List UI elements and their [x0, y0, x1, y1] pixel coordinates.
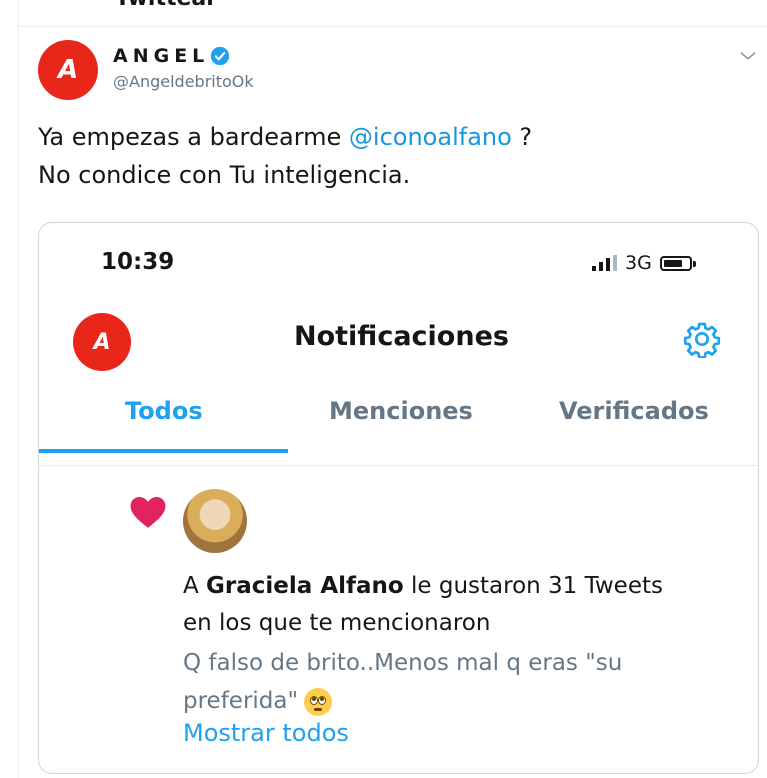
gear-icon: [683, 322, 721, 358]
tab-menciones: Menciones: [329, 397, 473, 425]
top-header: Twittear: [19, 0, 767, 27]
battery-icon: [659, 255, 696, 271]
notification-prefix: A: [183, 573, 207, 599]
tweet-line-1: Ya empezas a bardearme @iconoalfano ?: [38, 118, 532, 156]
tab-verificados: Verificados: [559, 397, 709, 425]
tabs-divider: [39, 465, 758, 466]
flushed-face-emoji: [304, 687, 333, 716]
preview-line-1: Q falso de brito..Menos mal q eras "su: [183, 650, 623, 676]
tweet-page: Twittear A ANGEL @AngeldebritoOk Ya empe…: [0, 0, 767, 778]
avatar-letter: A: [93, 329, 111, 355]
avatar-letter: A: [57, 55, 79, 85]
verified-badge-icon: [211, 46, 230, 66]
author-name[interactable]: ANGEL: [113, 45, 209, 67]
embedded-screenshot[interactable]: 10:39 3G A Notificaciones Todos Mencione…: [38, 222, 759, 774]
preview-line-2: preferida": [183, 682, 743, 720]
tweet-text-start: Ya empezas a bardearme: [38, 123, 349, 151]
notification-text: A Graciela Alfano le gustaron 31 Tweets …: [183, 568, 743, 642]
tab-todos: Todos: [125, 397, 203, 425]
tweet-body: Ya empezas a bardearme @iconoalfano ? No…: [38, 118, 532, 194]
status-indicators: 3G: [592, 252, 696, 274]
notification-user: Graciela Alfano: [206, 573, 404, 599]
author-avatar[interactable]: A: [38, 40, 98, 100]
notification-line-1: A Graciela Alfano le gustaron 31 Tweets: [183, 568, 743, 605]
show-all-link: Mostrar todos: [183, 719, 349, 747]
status-time: 10:39: [101, 249, 175, 275]
notification-line-2: en los que te mencionaron: [183, 610, 491, 636]
notification-suffix: le gustaron 31 Tweets: [403, 573, 663, 599]
chevron-down-icon[interactable]: [737, 45, 759, 67]
tweet-text-end: ?: [511, 123, 533, 151]
tweet-line-2: No condice con Tu inteligencia.: [38, 161, 411, 189]
header-title: Twittear: [115, 0, 217, 11]
liked-tweet-preview: Q falso de brito..Menos mal q eras "su p…: [183, 644, 743, 720]
heart-icon: [130, 496, 166, 528]
user-avatar: [183, 489, 247, 553]
author-name-row[interactable]: ANGEL: [113, 45, 230, 67]
timeline-border: [18, 0, 19, 778]
active-tab-indicator: [39, 449, 288, 453]
notification-tabs: Todos Menciones Verificados: [39, 391, 758, 451]
preview-line-2-text: preferida": [183, 688, 299, 714]
author-handle[interactable]: @AngeldebritoOk: [113, 72, 254, 91]
signal-bars-icon: [592, 255, 617, 271]
network-label: 3G: [625, 252, 652, 274]
mention-link[interactable]: @iconoalfano: [349, 123, 512, 151]
notifications-title: Notificaciones: [294, 321, 509, 352]
profile-avatar: A: [73, 313, 131, 371]
